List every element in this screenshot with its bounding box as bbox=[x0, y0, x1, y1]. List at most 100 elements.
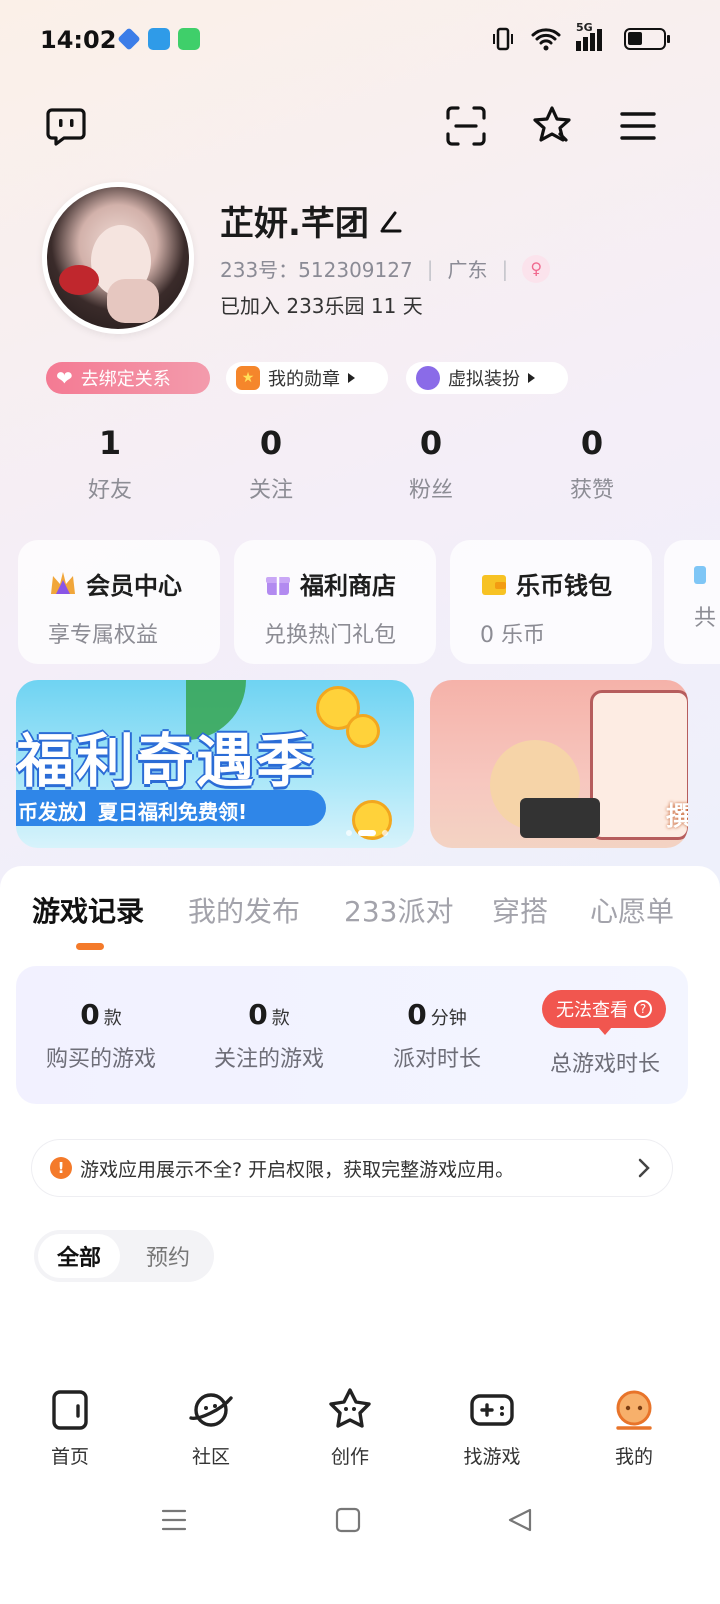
cannot-view-badge[interactable]: 无法查看 ? bbox=[542, 990, 666, 1035]
gs-total-time[interactable]: 总游戏时长 bbox=[520, 1046, 690, 1078]
profile-region: 广东 bbox=[447, 258, 488, 282]
edit-icon[interactable] bbox=[379, 209, 403, 233]
triangle-right-icon bbox=[528, 373, 535, 383]
stat-label: 好友 bbox=[87, 478, 132, 503]
bind-relation-pill[interactable]: ❤ 去绑定关系 bbox=[46, 362, 210, 394]
star-badge-icon[interactable] bbox=[530, 104, 574, 148]
notice-text: 游戏应用展示不全? 开启权限，获取完整游戏应用。 bbox=[80, 1158, 515, 1181]
gamepad-icon bbox=[470, 1394, 514, 1426]
chevron-right-icon bbox=[638, 1158, 650, 1178]
tab-outfits[interactable]: 穿搭 bbox=[492, 890, 548, 930]
gs-unit: 款 bbox=[271, 1008, 290, 1029]
stat-label: 获赞 bbox=[569, 478, 614, 503]
chat-bubble-icon[interactable] bbox=[44, 104, 88, 148]
card-sub: 享专属权益 bbox=[48, 623, 159, 648]
blue-app-icon bbox=[117, 27, 141, 51]
battery-icon bbox=[624, 28, 670, 50]
scan-icon[interactable] bbox=[444, 104, 488, 148]
gs-label: 购买的游戏 bbox=[45, 1047, 156, 1072]
menu-icon[interactable] bbox=[616, 104, 660, 148]
banner-secondary[interactable]: 撰 bbox=[430, 680, 688, 848]
stat-following[interactable]: 0 关注 bbox=[201, 424, 341, 504]
home-icon bbox=[52, 1390, 88, 1430]
card-welfare-shop[interactable]: 福利商店 兑换热门礼包 bbox=[234, 540, 436, 664]
status-app-icons bbox=[117, 27, 200, 51]
tab-game-records[interactable]: 游戏记录 bbox=[32, 890, 144, 930]
gs-followed[interactable]: 0款 关注的游戏 bbox=[184, 998, 354, 1073]
card-vip-center[interactable]: 会员中心 享专属权益 bbox=[18, 540, 220, 664]
nav-community[interactable]: 社区 bbox=[151, 1384, 271, 1469]
filter-all[interactable]: 全部 bbox=[38, 1234, 120, 1278]
card-sub: 共 bbox=[694, 606, 717, 631]
laptop-illustration bbox=[520, 798, 600, 838]
female-icon: ♀ bbox=[522, 254, 551, 283]
status-indicators: 5G bbox=[490, 21, 670, 52]
pill-label: 去绑定关系 bbox=[80, 369, 171, 390]
gs-purchased[interactable]: 0款 购买的游戏 bbox=[16, 998, 186, 1073]
profile-id: 233号：512309127 bbox=[220, 258, 413, 282]
nav-label: 社区 bbox=[191, 1446, 230, 1468]
nav-find-games[interactable]: 找游戏 bbox=[432, 1384, 552, 1469]
avatar[interactable] bbox=[42, 182, 194, 334]
nav-label: 我的 bbox=[614, 1446, 653, 1468]
tab-indicator bbox=[76, 943, 104, 950]
medal-icon: ★ bbox=[236, 366, 260, 390]
card-partial[interactable]: 共 bbox=[664, 540, 720, 664]
pill-label: 虚拟装扮 bbox=[448, 369, 520, 390]
profile-name[interactable]: 芷妍.芊团 bbox=[220, 196, 403, 245]
profile-meta: 233号：512309127 | 广东 | ♀ bbox=[220, 254, 551, 283]
tab-wishlist[interactable]: 心愿单 bbox=[590, 890, 674, 930]
gift-icon bbox=[266, 576, 290, 595]
gs-label: 关注的游戏 bbox=[213, 1047, 324, 1072]
stat-label: 粉丝 bbox=[408, 478, 453, 503]
nav-label: 找游戏 bbox=[463, 1446, 521, 1468]
stat-fans[interactable]: 0 粉丝 bbox=[361, 424, 501, 504]
banner-welfare-season[interactable]: 福利奇遇季 币发放】夏日福利免费领! bbox=[16, 680, 414, 848]
system-back-icon[interactable] bbox=[506, 1506, 534, 1534]
banner-dots bbox=[346, 830, 388, 836]
gs-party-time[interactable]: 0 分钟 派对时长 bbox=[352, 998, 522, 1073]
stat-friends[interactable]: 1 好友 bbox=[40, 424, 180, 504]
triangle-right-icon bbox=[348, 373, 355, 383]
my-medals-pill[interactable]: ★ 我的勋章 bbox=[226, 362, 388, 394]
wifi-app-icon bbox=[148, 28, 170, 50]
stat-value: 0 bbox=[419, 424, 443, 462]
card-sub: 0 乐币 bbox=[480, 623, 545, 648]
stat-likes[interactable]: 0 获赞 bbox=[522, 424, 662, 504]
planet-icon bbox=[189, 1393, 233, 1427]
green-app-icon bbox=[178, 28, 200, 50]
tab-233-party[interactable]: 233派对 bbox=[344, 890, 453, 930]
crown-icon bbox=[51, 571, 75, 594]
system-home-icon[interactable] bbox=[334, 1506, 362, 1534]
cell-signal-icon: 5G bbox=[576, 21, 602, 51]
virtual-outfit-pill[interactable]: 虚拟装扮 bbox=[406, 362, 568, 394]
gs-value: 0 bbox=[407, 998, 427, 1031]
nav-mine[interactable]: 我的 bbox=[574, 1384, 694, 1469]
gs-value: 0 bbox=[80, 998, 100, 1031]
system-menu-icon[interactable] bbox=[160, 1506, 188, 1534]
status-time: 14:02 bbox=[40, 26, 117, 54]
vibrate-icon bbox=[493, 27, 513, 51]
nav-create[interactable]: 创作 bbox=[290, 1384, 410, 1469]
network-type: 5G bbox=[576, 21, 593, 34]
joined-days: 已加入 233乐园 11 天 bbox=[220, 294, 423, 318]
star-create-icon bbox=[329, 1388, 371, 1428]
warning-icon: ! bbox=[50, 1157, 72, 1179]
wallet-icon bbox=[482, 574, 506, 595]
card-title: 福利商店 bbox=[300, 572, 396, 600]
banner-side-text: 撰 bbox=[666, 802, 688, 832]
stat-value: 0 bbox=[580, 424, 604, 462]
heart-icon: ❤ bbox=[56, 366, 73, 390]
cannot-view-label: 无法查看 bbox=[556, 1000, 628, 1021]
permission-notice[interactable]: ! 游戏应用展示不全? 开启权限，获取完整游戏应用。 bbox=[32, 1140, 672, 1196]
stat-value: 0 bbox=[259, 424, 283, 462]
question-icon: ? bbox=[634, 1000, 652, 1018]
stat-label: 关注 bbox=[248, 478, 293, 503]
filter-reserve[interactable]: 预约 bbox=[128, 1234, 208, 1278]
diamond-icon bbox=[694, 566, 706, 584]
tab-my-posts[interactable]: 我的发布 bbox=[188, 890, 300, 930]
gs-unit: 分钟 bbox=[430, 1008, 467, 1029]
card-coin-wallet[interactable]: 乐币钱包 0 乐币 bbox=[450, 540, 652, 664]
gs-label: 派对时长 bbox=[392, 1047, 481, 1072]
nav-home[interactable]: 首页 bbox=[10, 1384, 130, 1469]
